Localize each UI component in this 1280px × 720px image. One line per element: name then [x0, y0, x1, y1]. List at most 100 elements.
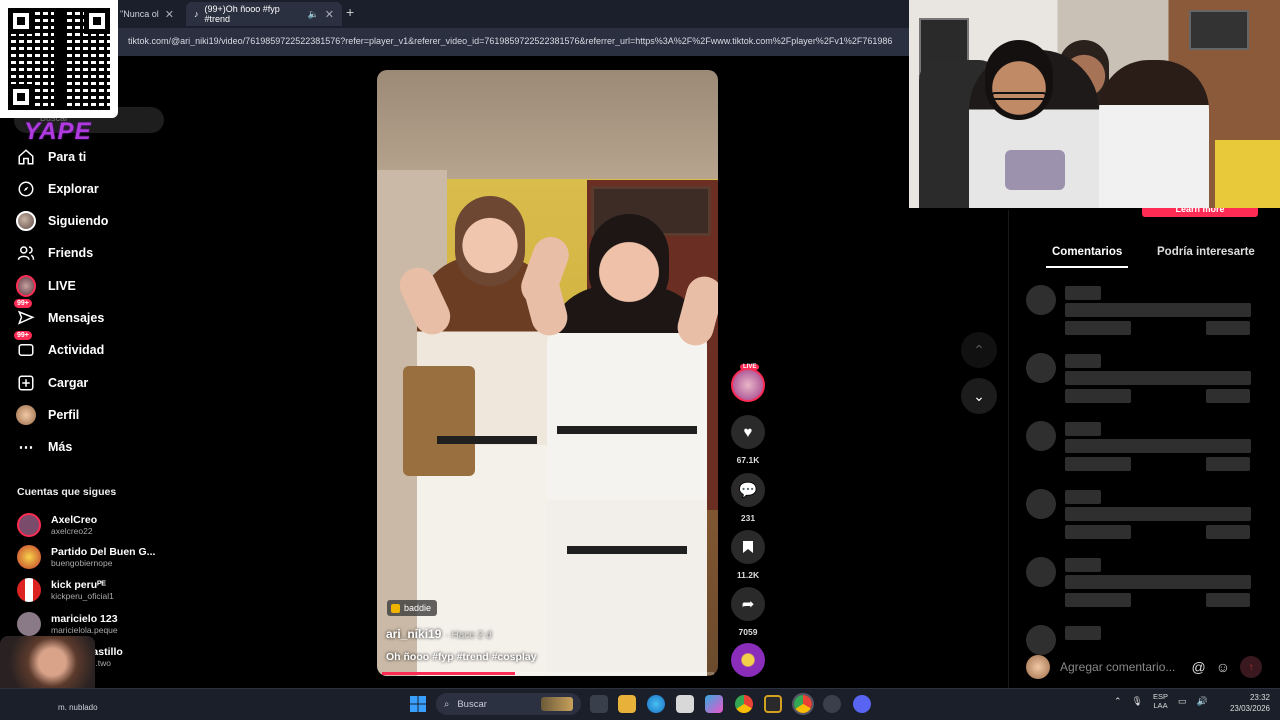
file-explorer-icon[interactable]: [618, 695, 636, 713]
discord-icon[interactable]: [853, 695, 871, 713]
video-author[interactable]: ari_niki19 · Hace 2 d: [386, 627, 492, 641]
tab-title: (99+)Oh ñooo #fyp #trend: [204, 4, 280, 24]
person-right: [1099, 60, 1209, 208]
speaker-icon[interactable]: 🔈: [308, 9, 319, 20]
chrome-active-icon[interactable]: [792, 693, 814, 715]
following-account[interactable]: kick peruᴾᴱ kickperu_oficial1: [17, 575, 177, 605]
dancer-right: [518, 214, 718, 676]
skeleton-line: [1065, 389, 1131, 403]
sidebar-item-cargar[interactable]: Cargar: [16, 369, 176, 397]
volume-icon[interactable]: 🔊: [1197, 696, 1208, 707]
taskbar-search[interactable]: ⌕ Buscar: [436, 693, 581, 715]
skeleton-line: [1206, 321, 1250, 335]
chrome-icon[interactable]: [735, 695, 753, 713]
network-icon[interactable]: ▭: [1178, 696, 1187, 707]
weather-widget[interactable]: m. nublado: [58, 703, 98, 712]
browser-tab-active[interactable]: ♪ (99+)Oh ñooo #fyp #trend 🔈 ✕: [186, 2, 342, 26]
app-icon[interactable]: [823, 695, 841, 713]
tab-comentarios[interactable]: Comentarios: [1045, 246, 1129, 268]
clock-date: 23/03/2026: [1229, 704, 1270, 713]
sidebar-item-mensajes[interactable]: 99+ Mensajes: [14, 299, 176, 332]
microphone-icon[interactable]: 🎙: [1132, 696, 1143, 707]
comment-icon[interactable]: 💬: [731, 473, 765, 507]
comment-input-bar: Agregar comentario... @ ☺ ↑: [1026, 653, 1262, 681]
snipping-tool-icon[interactable]: [676, 695, 694, 713]
sidebar-item-label: Mensajes: [48, 311, 105, 325]
video-caption[interactable]: Oh ñooo #fyp #trend #cosplay: [386, 651, 537, 663]
new-tab-button[interactable]: +: [346, 4, 354, 20]
more-icon: ⋯: [18, 439, 34, 456]
like-count: 67.1K: [736, 455, 760, 465]
skeleton-line: [1206, 389, 1250, 403]
sidebar-item-siguiendo[interactable]: Siguiendo: [16, 207, 176, 235]
following-account[interactable]: AxelCreo axelcreo22: [17, 510, 177, 540]
sidebar-item-para-ti[interactable]: Para ti: [16, 143, 176, 171]
clock[interactable]: 23:32 23/03/2026: [1226, 692, 1270, 714]
sidebar-item-live[interactable]: LIVE: [16, 272, 176, 300]
chevron-up-icon[interactable]: ⌃: [1114, 696, 1122, 707]
mention-icon[interactable]: @: [1191, 659, 1205, 675]
following-account[interactable]: Partido Del Buen G... buengobiernope: [17, 542, 177, 572]
sidebar-item-actividad[interactable]: 99+ Actividad: [14, 331, 176, 364]
like-action[interactable]: ♥ 67.1K: [730, 415, 766, 465]
qr-finder: [84, 8, 110, 34]
account-name: Partido Del Buen G...: [51, 546, 156, 558]
creator-avatar[interactable]: LIVE: [731, 364, 765, 402]
tab-podria-interesarte[interactable]: Podría interesarte: [1157, 246, 1255, 258]
save-action[interactable]: 11.2K: [730, 530, 766, 580]
previous-video-button[interactable]: ⌃: [961, 332, 997, 368]
comment-action[interactable]: 💬 231: [730, 473, 766, 523]
skeleton-line: [1065, 626, 1101, 640]
video-tag-chip[interactable]: baddie: [387, 600, 438, 616]
copilot-icon[interactable]: [705, 695, 723, 713]
windows-start-icon[interactable]: [410, 696, 426, 712]
video-time: · Hace 2 d: [445, 630, 492, 641]
sidebar-item-perfil[interactable]: Perfil: [16, 401, 176, 429]
video-progress-bar[interactable]: [382, 672, 714, 675]
browser-tab[interactable]: "Nunca ol ✕: [112, 2, 184, 26]
search-icon: ⌕: [444, 698, 450, 710]
video-progress-fill: [382, 672, 515, 675]
url-text[interactable]: tiktok.com/@ari_niki19/video/76198597225…: [128, 36, 908, 46]
creator-avatar-button[interactable]: LIVE: [730, 364, 766, 402]
home-icon: [16, 147, 36, 167]
task-view-icon[interactable]: [590, 695, 608, 713]
emoji-icon[interactable]: ☺: [1216, 659, 1230, 675]
music-disc-button[interactable]: [730, 643, 766, 677]
skeleton-line: [1065, 354, 1101, 368]
sidebar-item-label: Más: [48, 440, 73, 454]
next-video-button[interactable]: ⌄: [961, 378, 997, 414]
sidebar-item-explorar[interactable]: Explorar: [16, 175, 176, 203]
notification-badge: 99+: [14, 331, 32, 340]
avatar: [17, 545, 41, 569]
music-disc-icon[interactable]: [731, 643, 765, 677]
shirt-print: [1005, 150, 1065, 190]
language-indicator[interactable]: ESP LAA: [1153, 692, 1168, 710]
account-handle: maricielola.peque: [51, 625, 118, 635]
share-icon[interactable]: ➦: [731, 587, 765, 621]
video-player[interactable]: [377, 70, 718, 676]
skeleton-line: [1065, 490, 1101, 504]
bookmark-icon[interactable]: [731, 530, 765, 564]
close-tab-icon[interactable]: ✕: [325, 8, 334, 21]
skeleton-line: [1065, 558, 1101, 572]
skeleton-line: [1065, 525, 1131, 539]
comment-input[interactable]: Agregar comentario...: [1060, 660, 1181, 674]
live-avatar-icon: [16, 275, 36, 297]
heart-icon[interactable]: ♥: [731, 415, 765, 449]
skeleton-line: [1206, 525, 1250, 539]
following-account[interactable]: maricielo 123 maricielola.peque: [17, 609, 177, 639]
skeleton-line: [1065, 457, 1131, 471]
skeleton-avatar: [1026, 285, 1056, 315]
edge-icon[interactable]: [647, 695, 665, 713]
sidebar-item-mas[interactable]: ⋯ Más: [16, 433, 176, 461]
send-button[interactable]: ↑: [1240, 656, 1262, 678]
app-m-icon[interactable]: [764, 695, 782, 713]
save-count: 11.2K: [736, 570, 760, 580]
sidebar-item-friends[interactable]: Friends: [16, 239, 176, 267]
skeleton-line: [1206, 457, 1250, 471]
author-handle[interactable]: ari_niki19: [386, 627, 441, 641]
close-tab-icon[interactable]: ✕: [165, 8, 174, 21]
share-action[interactable]: ➦ 7059: [730, 587, 766, 637]
person-face: [985, 40, 1053, 120]
